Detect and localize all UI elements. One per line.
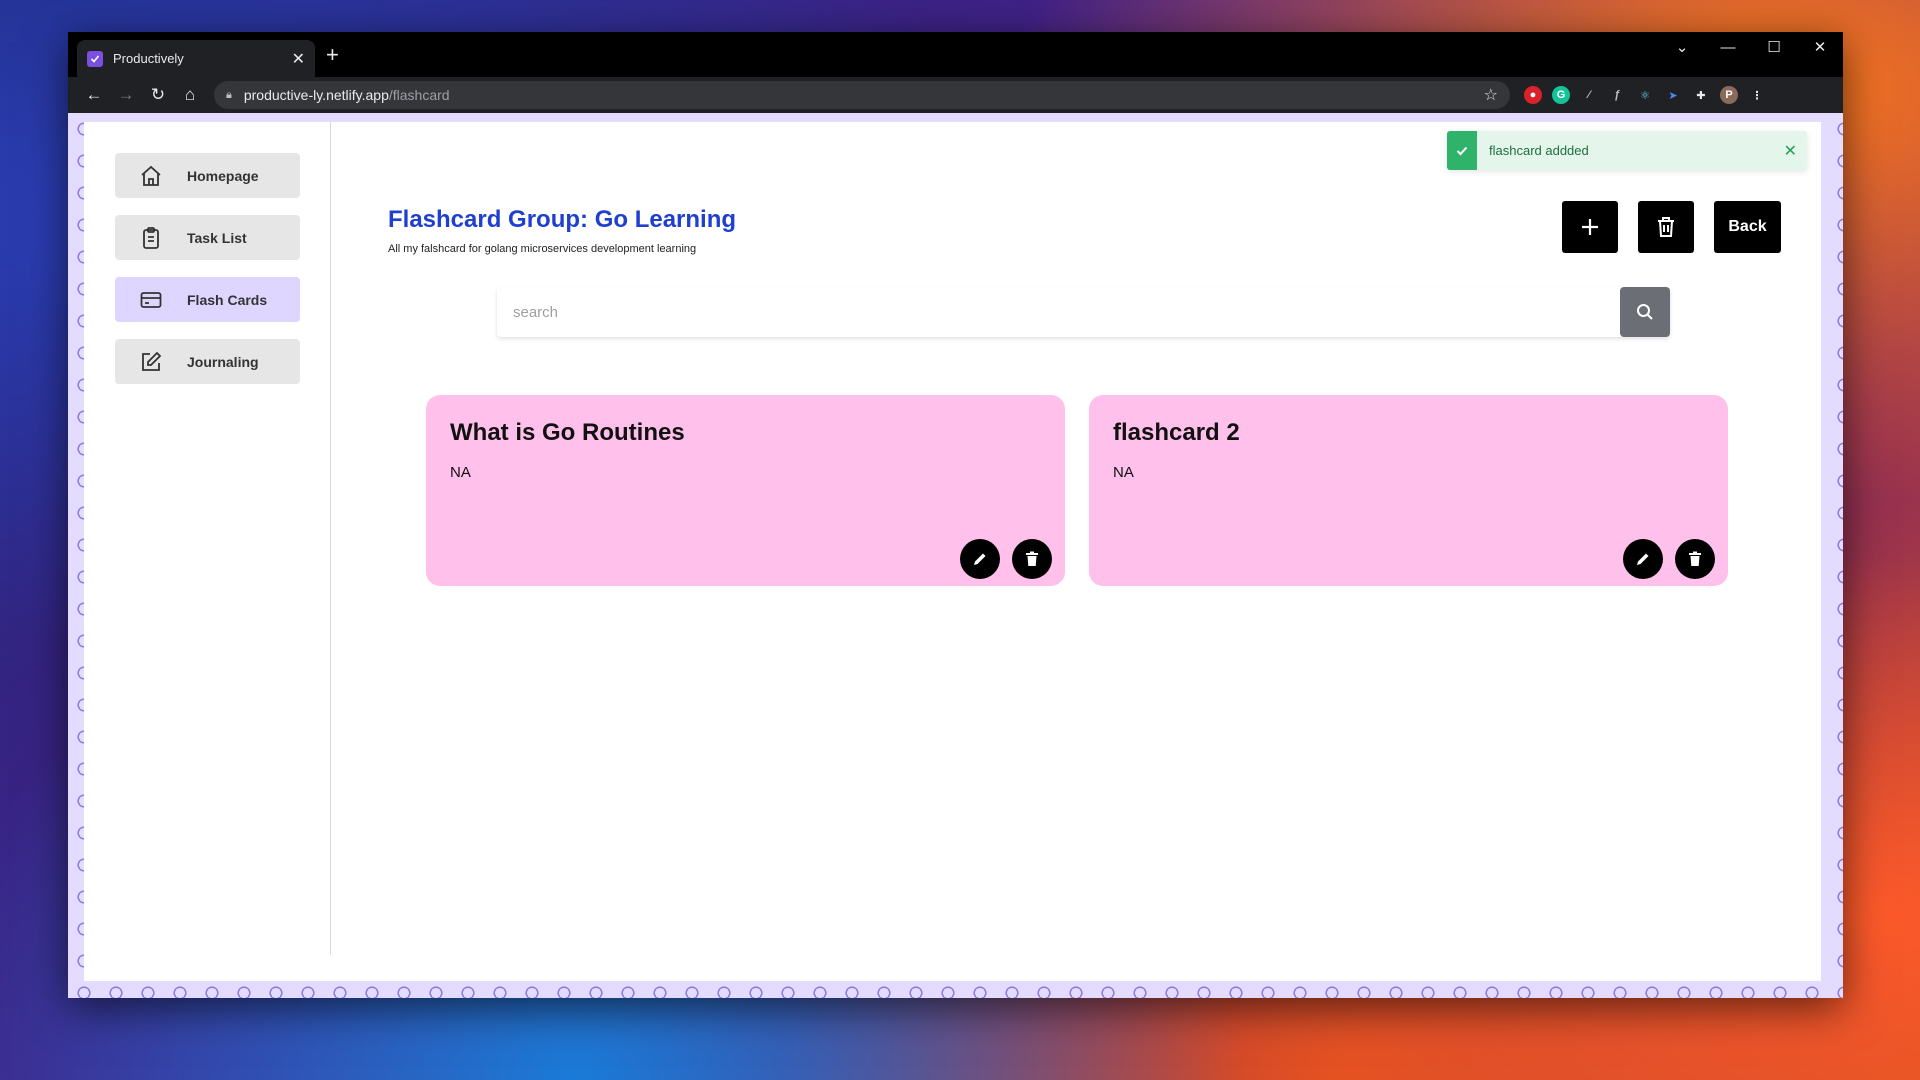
delete-flashcard-button[interactable]: [1012, 539, 1052, 579]
edit-flashcard-button[interactable]: [960, 539, 1000, 579]
sidebar-item-task-list[interactable]: Task List: [115, 215, 300, 260]
extension-fx-icon[interactable]: ƒ: [1608, 86, 1626, 104]
lock-icon: 🔒︎: [226, 88, 232, 101]
delete-flashcard-button[interactable]: [1675, 539, 1715, 579]
flashcard-title: What is Go Routines: [450, 419, 685, 446]
sidebar-item-label: Flash Cards: [187, 291, 268, 308]
page-title: Flashcard Group: Go Learning: [388, 206, 737, 233]
extension-grammarly-icon[interactable]: G: [1552, 86, 1570, 104]
toast-message: flashcard addded: [1489, 143, 1589, 158]
sidebar: Homepage Task List Flash Cards Journalin…: [84, 122, 331, 955]
browser-window: Productively ✕ + ⌄ — ☐ ✕ ← → ↻ ⌂ 🔒︎ prod…: [68, 32, 1843, 998]
pencil-icon: [1637, 553, 1649, 565]
toast-close-icon[interactable]: ✕: [1784, 141, 1797, 161]
page-background: Homepage Task List Flash Cards Journalin…: [68, 113, 1843, 998]
window-controls: ⌄ — ☐ ✕: [1659, 32, 1843, 62]
flashcard-body: NA: [450, 464, 471, 481]
page-description: All my falshcard for golang microservice…: [388, 243, 697, 255]
browser-menu-icon[interactable]: ⋮: [1748, 86, 1766, 104]
header-actions: Back: [1562, 201, 1781, 253]
toast-notification: flashcard addded ✕: [1447, 131, 1807, 170]
extension-react-icon[interactable]: ⚛: [1636, 86, 1654, 104]
sidebar-item-label: Homepage: [187, 167, 259, 184]
search-input[interactable]: [497, 287, 1620, 337]
card-icon: [139, 288, 163, 312]
tab-close-icon[interactable]: ✕: [292, 49, 305, 69]
url-host: productive-ly.netlify.app: [243, 87, 389, 103]
extensions-puzzle-icon[interactable]: ✚: [1692, 86, 1710, 104]
favicon-icon: [87, 50, 103, 67]
sidebar-item-homepage[interactable]: Homepage: [115, 153, 300, 198]
extension-arrow-icon[interactable]: ➤: [1664, 86, 1682, 104]
close-window-button[interactable]: ✕: [1797, 32, 1843, 62]
clipboard-icon: [139, 226, 163, 250]
extension-color-icon[interactable]: ⁄: [1580, 86, 1598, 104]
forward-nav-button[interactable]: →: [110, 81, 142, 109]
url-path: /flashcard: [388, 87, 450, 103]
extension-shield-icon[interactable]: ●: [1524, 86, 1542, 104]
sidebar-item-journaling[interactable]: Journaling: [115, 339, 300, 384]
flashcard-title: flashcard 2: [1113, 419, 1240, 446]
back-nav-button[interactable]: ←: [78, 81, 110, 109]
back-button[interactable]: Back: [1714, 201, 1781, 253]
delete-group-button[interactable]: [1638, 201, 1694, 253]
check-icon: [1447, 131, 1477, 170]
flashcard[interactable]: What is Go Routines NA: [426, 395, 1065, 586]
browser-tab[interactable]: Productively ✕: [77, 40, 315, 77]
flashcard[interactable]: flashcard 2 NA: [1089, 395, 1728, 586]
main-content: Flashcard Group: Go Learning All my fals…: [332, 122, 1821, 981]
search-bar: [497, 287, 1670, 337]
browser-toolbar: ← → ↻ ⌂ 🔒︎ productive-ly.netlify.app/fla…: [68, 77, 1843, 113]
new-tab-button[interactable]: +: [326, 42, 339, 68]
edit-flashcard-button[interactable]: [1623, 539, 1663, 579]
sidebar-item-label: Task List: [187, 229, 247, 246]
tab-title: Productively: [113, 51, 184, 66]
sidebar-item-flash-cards[interactable]: Flash Cards: [115, 277, 300, 322]
add-flashcard-button[interactable]: [1562, 201, 1618, 253]
tab-search-icon[interactable]: ⌄: [1659, 32, 1705, 62]
profile-avatar-icon[interactable]: P: [1720, 86, 1738, 104]
app-container: Homepage Task List Flash Cards Journalin…: [84, 122, 1821, 981]
home-icon: [139, 164, 163, 188]
edit-icon: [139, 350, 163, 374]
maximize-button[interactable]: ☐: [1751, 32, 1797, 62]
minimize-button[interactable]: —: [1705, 32, 1751, 62]
bookmark-star-icon[interactable]: ☆: [1484, 85, 1498, 105]
trash-icon: [1689, 551, 1701, 566]
sidebar-item-label: Journaling: [187, 353, 259, 370]
trash-icon: [1026, 551, 1038, 566]
browser-titlebar: Productively ✕ + ⌄ — ☐ ✕: [68, 32, 1843, 77]
reload-button[interactable]: ↻: [142, 81, 174, 109]
plus-icon: [1582, 219, 1598, 235]
home-nav-button[interactable]: ⌂: [174, 81, 206, 109]
search-button[interactable]: [1620, 287, 1670, 337]
pencil-icon: [974, 553, 986, 565]
address-bar[interactable]: 🔒︎ productive-ly.netlify.app/flashcard ☆: [214, 81, 1510, 109]
trash-icon: [1658, 217, 1674, 237]
search-icon: [1637, 304, 1653, 320]
extensions-area: ● G ⁄ ƒ ⚛ ➤ ✚ P ⋮: [1524, 86, 1766, 104]
flashcard-body: NA: [1113, 464, 1134, 481]
